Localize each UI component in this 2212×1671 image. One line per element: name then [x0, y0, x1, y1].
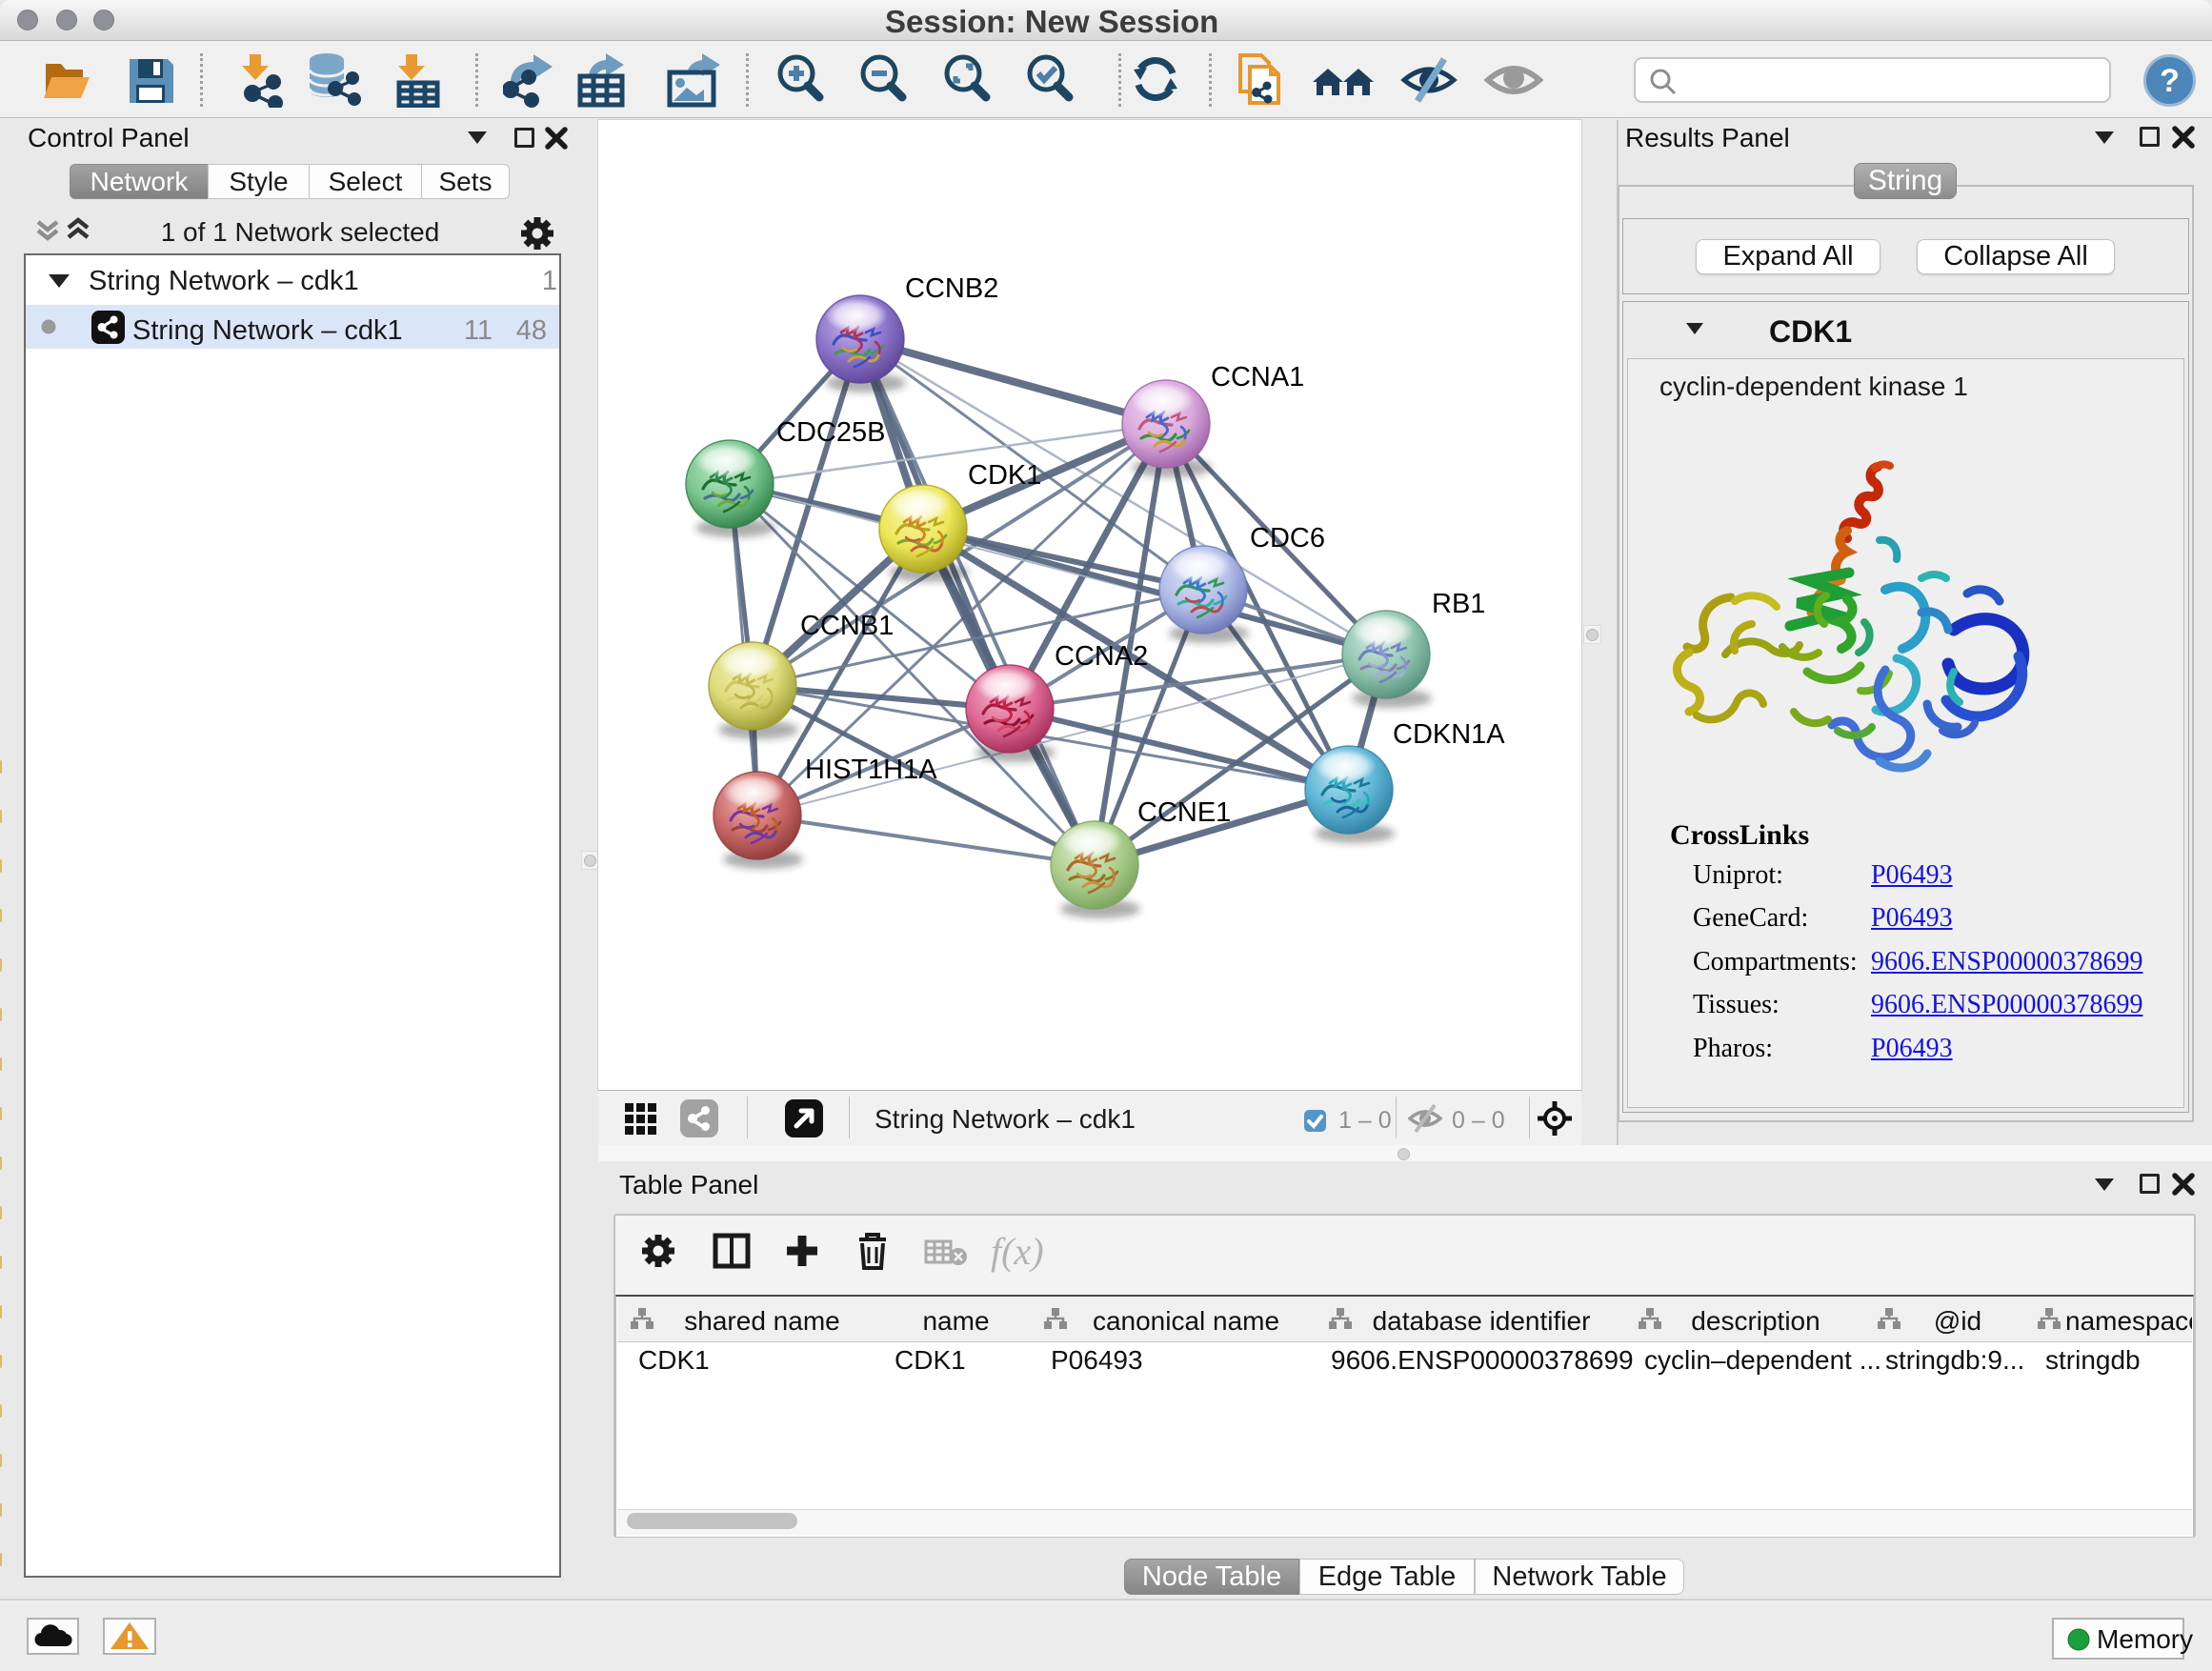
svg-text:CDKN1A: CDKN1A: [1393, 719, 1505, 750]
svg-text:CDK1: CDK1: [968, 460, 1041, 491]
svg-text:RB1: RB1: [1432, 589, 1485, 619]
svg-text:CDC6: CDC6: [1250, 523, 1325, 554]
svg-text:CCNA1: CCNA1: [1211, 362, 1304, 393]
svg-text:CCNB2: CCNB2: [905, 273, 998, 304]
svg-text:?: ?: [2160, 63, 2180, 99]
svg-text:CCNB1: CCNB1: [800, 611, 894, 641]
svg-text:CDC25B: CDC25B: [776, 417, 885, 448]
svg-text:HIST1H1A: HIST1H1A: [805, 755, 937, 785]
svg-text:CCNE1: CCNE1: [1137, 797, 1231, 828]
svg-text:CCNA2: CCNA2: [1055, 641, 1148, 672]
